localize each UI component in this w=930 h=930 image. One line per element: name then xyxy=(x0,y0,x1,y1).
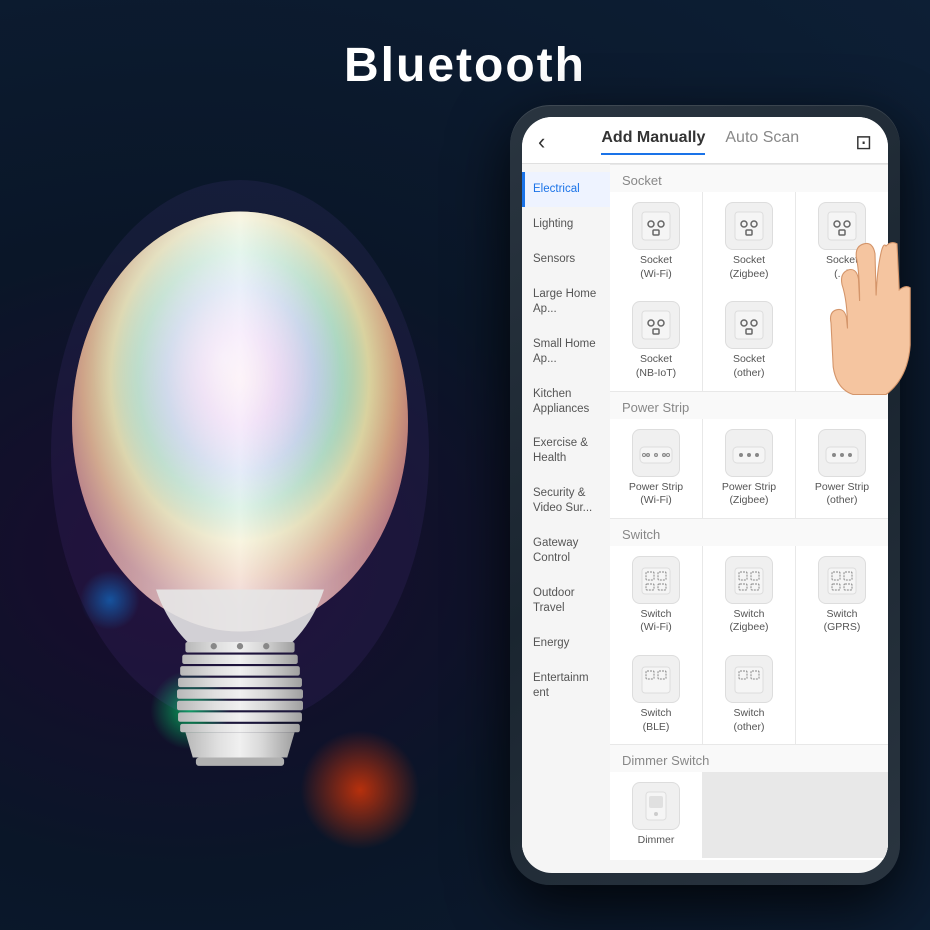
switch-ble-label: Switch(BLE) xyxy=(641,707,672,734)
device-power-strip-zigbee[interactable]: Power Strip(Zigbee) xyxy=(703,419,795,518)
power-strip-zigbee-icon xyxy=(725,429,773,477)
sidebar-item-large-home[interactable]: Large Home Ap... xyxy=(522,277,610,327)
device-switch-other[interactable]: Switch(other) xyxy=(703,645,795,744)
power-strip-other-label: Power Strip(other) xyxy=(815,481,869,508)
phone-device: ‹ Add Manually Auto Scan ⊡ Electrical Li… xyxy=(510,105,900,885)
app-header: ‹ Add Manually Auto Scan ⊡ xyxy=(522,117,888,164)
sidebar-item-lighting[interactable]: Lighting xyxy=(522,207,610,242)
device-socket-zigbee[interactable]: Socket(Zigbee) xyxy=(703,192,795,291)
switch-gprs-icon xyxy=(818,556,866,604)
dimmer-icon xyxy=(632,782,680,830)
switch-gprs-label: Switch(GPRS) xyxy=(824,608,861,635)
tab-add-manually[interactable]: Add Manually xyxy=(601,129,705,155)
sidebar-item-gateway[interactable]: Gateway Control xyxy=(522,526,610,576)
sidebar-item-security[interactable]: Security & Video Sur... xyxy=(522,476,610,526)
device-switch-wifi[interactable]: Switch(Wi-Fi) xyxy=(610,546,702,645)
dimmer-grid: Dimmer xyxy=(610,772,888,858)
device-switch-ble[interactable]: Switch(BLE) xyxy=(610,645,702,744)
tab-auto-scan[interactable]: Auto Scan xyxy=(725,129,799,155)
power-strip-zigbee-label: Power Strip(Zigbee) xyxy=(722,481,776,508)
switch-wifi-label: Switch(Wi-Fi) xyxy=(640,608,671,635)
power-strip-wifi-icon xyxy=(632,429,680,477)
socket-nbiot-label: Socket(NB-IoT) xyxy=(636,353,676,380)
category-sidebar: Electrical Lighting Sensors Large Home A… xyxy=(522,164,610,860)
section-switch: Switch xyxy=(610,518,888,546)
device-switch-gprs[interactable]: Switch(GPRS) xyxy=(796,546,888,645)
socket-other2-icon xyxy=(725,301,773,349)
socket-nbiot-icon xyxy=(632,301,680,349)
back-button[interactable]: ‹ xyxy=(538,129,545,155)
hand-pointer xyxy=(820,235,930,415)
socket-wifi-label: Socket(Wi-Fi) xyxy=(640,254,672,281)
switch-zigbee-icon xyxy=(725,556,773,604)
switch-ble-icon xyxy=(632,655,680,703)
power-strip-wifi-label: Power Strip(Wi-Fi) xyxy=(629,481,683,508)
switch-grid: Switch(Wi-Fi) xyxy=(610,546,888,645)
device-empty-2 xyxy=(796,645,888,744)
sidebar-item-small-home[interactable]: Small Home Ap... xyxy=(522,327,610,377)
device-dimmer-placeholder[interactable]: Dimmer xyxy=(610,772,702,858)
device-power-strip-other[interactable]: Power Strip(other) xyxy=(796,419,888,518)
section-dimmer: Dimmer Switch xyxy=(610,744,888,772)
device-socket-nbiot[interactable]: Socket(NB-IoT) xyxy=(610,291,702,390)
device-power-strip-wifi[interactable]: Power Strip(Wi-Fi) xyxy=(610,419,702,518)
dimmer-label: Dimmer xyxy=(638,834,675,848)
scan-icon[interactable]: ⊡ xyxy=(855,130,872,155)
switch-zigbee-label: Switch(Zigbee) xyxy=(729,608,768,635)
sidebar-item-exercise[interactable]: Exercise & Health xyxy=(522,426,610,476)
section-socket: Socket xyxy=(610,164,888,192)
sidebar-item-energy[interactable]: Energy xyxy=(522,626,610,661)
sidebar-item-electrical[interactable]: Electrical xyxy=(522,172,610,207)
socket-zigbee-label: Socket(Zigbee) xyxy=(729,254,768,281)
header-tabs: Add Manually Auto Scan xyxy=(601,129,799,155)
device-socket-other2[interactable]: Socket(other) xyxy=(703,291,795,390)
switch-other-label: Switch(other) xyxy=(734,707,765,734)
switch-wifi-icon xyxy=(632,556,680,604)
sidebar-item-outdoor[interactable]: Outdoor Travel xyxy=(522,576,610,626)
bulb-image xyxy=(30,120,450,870)
power-strip-grid: Power Strip(Wi-Fi) P xyxy=(610,419,888,518)
sidebar-item-sensors[interactable]: Sensors xyxy=(522,242,610,277)
device-switch-zigbee[interactable]: Switch(Zigbee) xyxy=(703,546,795,645)
sidebar-item-entertainment[interactable]: Entertainm ent xyxy=(522,661,610,711)
switch-other-icon xyxy=(725,655,773,703)
power-strip-other-icon xyxy=(818,429,866,477)
page-title: Bluetooth xyxy=(0,38,930,93)
device-socket-wifi[interactable]: Socket(Wi-Fi) xyxy=(610,192,702,291)
socket-other2-label: Socket(other) xyxy=(733,353,765,380)
switch-grid-2: Switch(BLE) Switch(other) xyxy=(610,645,888,744)
socket-wifi-icon xyxy=(632,202,680,250)
socket-zigbee-icon xyxy=(725,202,773,250)
sidebar-item-kitchen[interactable]: Kitchen Appliances xyxy=(522,377,610,427)
